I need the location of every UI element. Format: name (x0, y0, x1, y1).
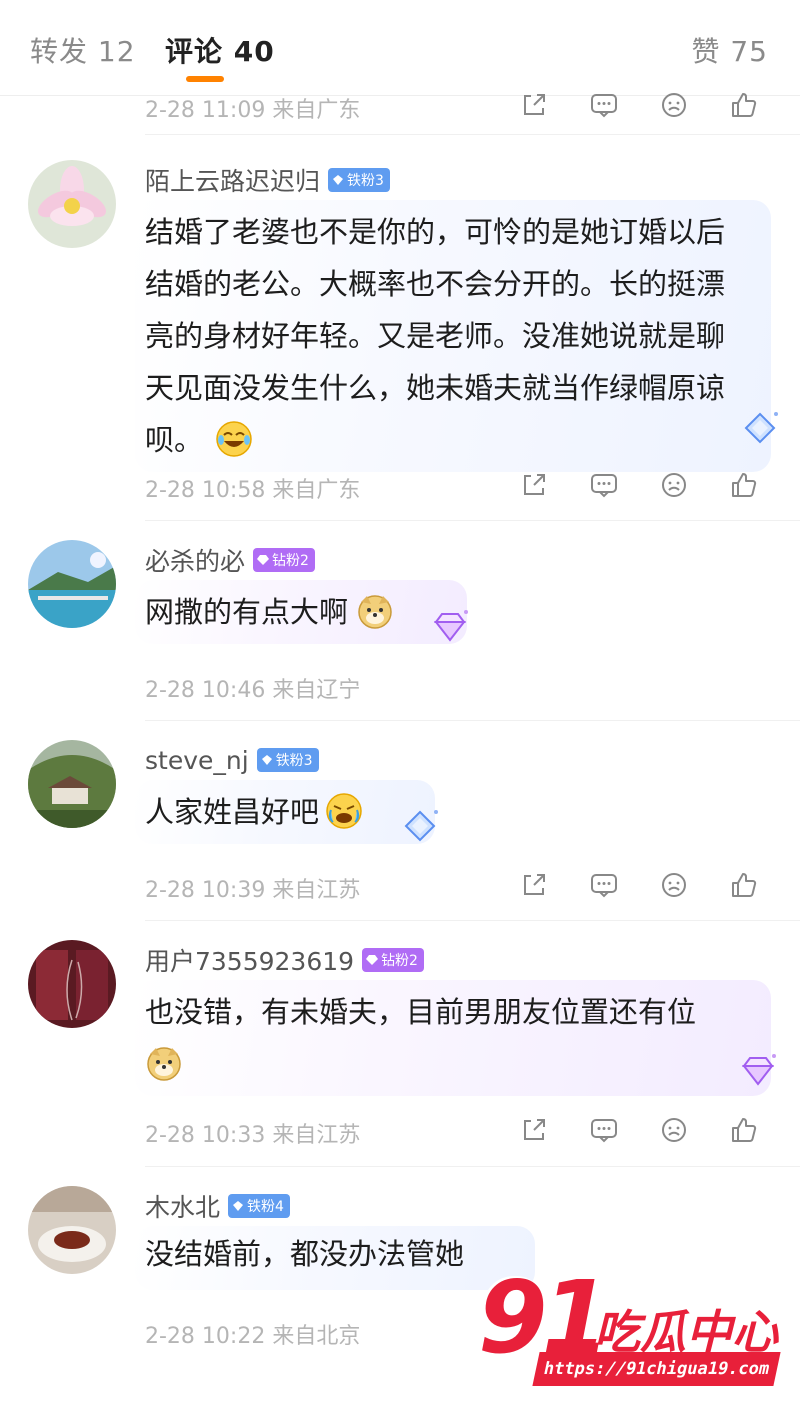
comment-text-line: 也没错，有未婚夫，目前男朋友位置还有位 (145, 995, 697, 1029)
fan-badge-label: 铁粉3 (347, 173, 384, 189)
share-icon[interactable] (519, 1115, 549, 1145)
fan-badge[interactable]: 铁粉3 (328, 168, 390, 192)
fan-badge[interactable]: 铁粉3 (256, 748, 319, 772)
comment-text-line: 没结婚前，都没办法管她 (145, 1237, 465, 1271)
comment-user-line: 木水北 铁粉4 (145, 1190, 290, 1222)
comment-user-line: steve_nj 铁粉3 (145, 744, 319, 776)
laugh-tears-emoji (215, 420, 253, 458)
avatar[interactable] (28, 940, 116, 1028)
comment-user-line: 必杀的必 钻粉2 (145, 544, 315, 576)
like-icon[interactable] (729, 870, 759, 900)
comment-actions (519, 1111, 769, 1151)
comment-text[interactable]: 人家姓昌好吧 (145, 786, 363, 838)
comment-text-line: 天见面没发生什么，她未婚夫就当作绿帽原谅 (145, 371, 726, 405)
comment-user-line: 用户7355923619 钻粉2 (145, 944, 424, 976)
share-icon[interactable] (519, 90, 549, 120)
diamond-sparkle-icon (428, 606, 472, 650)
fan-badge[interactable]: 钻粉2 (362, 948, 424, 972)
fan-badge-label: 钻粉2 (272, 553, 309, 569)
divider (145, 134, 800, 135)
comment-text[interactable]: 网撒的有点大啊 (145, 586, 394, 638)
reply-icon[interactable] (589, 470, 619, 500)
comment-time-location: 2-28 10:39 来自江苏 (145, 878, 361, 903)
comment-actions (519, 86, 769, 126)
share-icon[interactable] (519, 870, 549, 900)
fan-badge-label: 铁粉3 (275, 753, 313, 769)
comment-text-line: 亮的身材好年轻。又是老师。没准她说就是聊 (145, 319, 726, 353)
fan-badge-label: 钻粉2 (381, 953, 418, 969)
comment-meta-row: 2-28 10:39 来自江苏 (145, 866, 785, 906)
like-icon[interactable] (729, 470, 759, 500)
share-icon[interactable] (519, 470, 549, 500)
comment-text-line: 结婚的老公。大概率也不会分开的。长的挺漂 (145, 267, 726, 301)
avatar[interactable] (28, 540, 116, 628)
username[interactable]: 陌上云路迟迟归 (145, 162, 320, 198)
watermark-url: https://91chigua19.com (532, 1352, 781, 1386)
site-watermark: 91 吃瓜中心 https://91chigua19.com (470, 1268, 800, 1402)
comment-meta-row: 2-28 10:46 来自辽宁 (145, 666, 785, 706)
comment-text-line: 网撒的有点大啊 (145, 595, 349, 629)
username[interactable]: 用户7355923619 (145, 942, 354, 978)
comment-user-line: 陌上云路迟迟归 铁粉3 (145, 164, 390, 196)
reply-icon[interactable] (589, 870, 619, 900)
reply-icon[interactable] (589, 90, 619, 120)
comment-time-location: 2-28 10:46 来自辽宁 (145, 678, 361, 703)
dislike-icon[interactable] (659, 470, 689, 500)
diamond-sparkle-icon (736, 1050, 780, 1094)
comment-meta-row: 2-28 10:33 来自江苏 (145, 1111, 785, 1151)
comment-actions (519, 866, 769, 906)
comment-time-location: 2-28 11:09 来自广东 (145, 98, 361, 123)
diamond-sparkle-icon (398, 806, 442, 850)
fan-badge[interactable]: 钻粉2 (253, 548, 315, 572)
comment-text-line: 结婚了老婆也不是你的，可怜的是她订婚以后 (145, 215, 726, 249)
fan-badge[interactable]: 铁粉4 (228, 1194, 290, 1218)
username[interactable]: 木水北 (145, 1188, 220, 1224)
tab-repost[interactable]: 转发 12 (30, 30, 136, 70)
reply-icon[interactable] (589, 1115, 619, 1145)
dislike-icon[interactable] (659, 90, 689, 120)
comment-meta-row: 2-28 10:58 来自广东 (145, 466, 785, 506)
divider (145, 720, 800, 721)
username[interactable]: 必杀的必 (145, 542, 245, 578)
comment-text-line: 呗。 (145, 423, 204, 457)
crying-laugh-emoji (325, 792, 363, 830)
comment-text[interactable]: 没结婚前，都没办法管她 (145, 1228, 464, 1280)
diamond-sparkle-icon (738, 408, 782, 452)
like-icon[interactable] (729, 90, 759, 120)
comment-text-line: 人家姓昌好吧 (145, 795, 320, 829)
comment-text[interactable]: 也没错，有未婚夫，目前男朋友位置还有位 (145, 986, 765, 1090)
comment-meta-row: 2-28 11:09 来自广东 (145, 86, 785, 126)
comment-time-location: 2-28 10:22 来自北京 (145, 1324, 361, 1349)
tab-like[interactable]: 赞 75 (691, 30, 768, 70)
like-icon[interactable] (729, 1115, 759, 1145)
dislike-icon[interactable] (659, 870, 689, 900)
doge-emoji (145, 1044, 183, 1082)
divider (145, 520, 800, 521)
comment-time-location: 2-28 10:33 来自江苏 (145, 1123, 361, 1148)
divider (145, 1166, 800, 1167)
avatar[interactable] (28, 1186, 116, 1274)
username[interactable]: steve_nj (145, 746, 249, 775)
comment-time-location: 2-28 10:58 来自广东 (145, 478, 361, 503)
dislike-icon[interactable] (659, 1115, 689, 1145)
comment-text[interactable]: 结婚了老婆也不是你的，可怜的是她订婚以后 结婚的老公。大概率也不会分开的。长的挺… (145, 206, 785, 466)
active-tab-indicator (186, 76, 224, 82)
avatar[interactable] (28, 160, 116, 248)
doge-emoji (356, 592, 394, 630)
comment-tabs: 转发 12 评论 40 赞 75 (0, 0, 800, 96)
divider (145, 920, 800, 921)
fan-badge-label: 铁粉4 (247, 1199, 284, 1215)
comment-actions (519, 466, 769, 506)
avatar[interactable] (28, 740, 116, 828)
